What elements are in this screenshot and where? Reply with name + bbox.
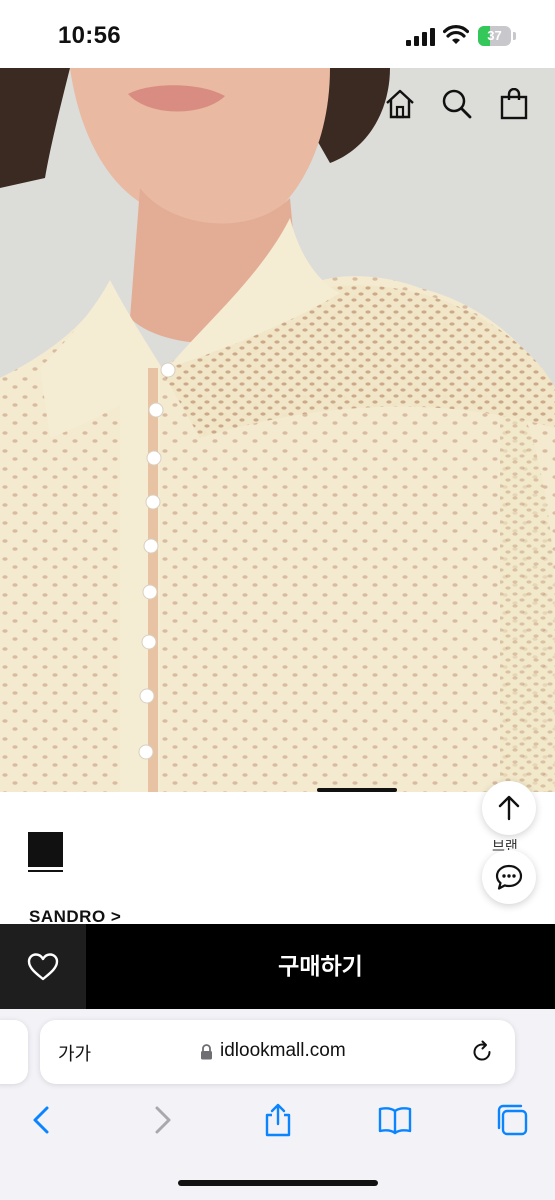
- reload-icon[interactable]: [470, 1040, 494, 1064]
- share-icon[interactable]: [260, 1102, 296, 1138]
- text-size-button[interactable]: 가가: [58, 1040, 91, 1066]
- battery-percent: 37: [487, 28, 502, 43]
- scroll-to-top-button[interactable]: [482, 781, 536, 835]
- brand-logo: [28, 832, 63, 867]
- signal-icon: [406, 28, 435, 46]
- heart-icon: [27, 953, 59, 981]
- chat-button[interactable]: [482, 850, 536, 904]
- header-icons: [0, 88, 555, 122]
- previous-tab-card[interactable]: [0, 1020, 28, 1084]
- brand-logo-underline: [28, 870, 63, 872]
- url-text[interactable]: idlookmall.com: [220, 1040, 346, 1062]
- forward-icon[interactable]: [144, 1102, 180, 1138]
- chat-bubble-icon: [495, 864, 523, 890]
- shopping-bag-icon[interactable]: [498, 88, 530, 120]
- status-bar: 10:56 37: [0, 0, 555, 68]
- image-scroll-indicator: [317, 788, 397, 792]
- address-bar[interactable]: 가가 idlookmall.com: [40, 1020, 515, 1084]
- bookmarks-icon[interactable]: [377, 1102, 413, 1138]
- wishlist-button[interactable]: [0, 924, 86, 1009]
- lock-icon: [201, 1044, 212, 1060]
- wifi-icon: [443, 25, 469, 44]
- product-photo[interactable]: [0, 68, 555, 792]
- arrow-up-icon: [498, 795, 520, 821]
- battery-icon: 37: [478, 26, 516, 46]
- purchase-bar: 구매하기: [0, 924, 555, 1009]
- search-icon[interactable]: [441, 88, 473, 120]
- home-icon[interactable]: [384, 88, 416, 120]
- status-time: 10:56: [58, 22, 121, 49]
- home-indicator: [178, 1180, 378, 1186]
- buy-now-button[interactable]: 구매하기: [86, 924, 555, 1009]
- tabs-icon[interactable]: [494, 1102, 530, 1138]
- back-icon[interactable]: [24, 1102, 60, 1138]
